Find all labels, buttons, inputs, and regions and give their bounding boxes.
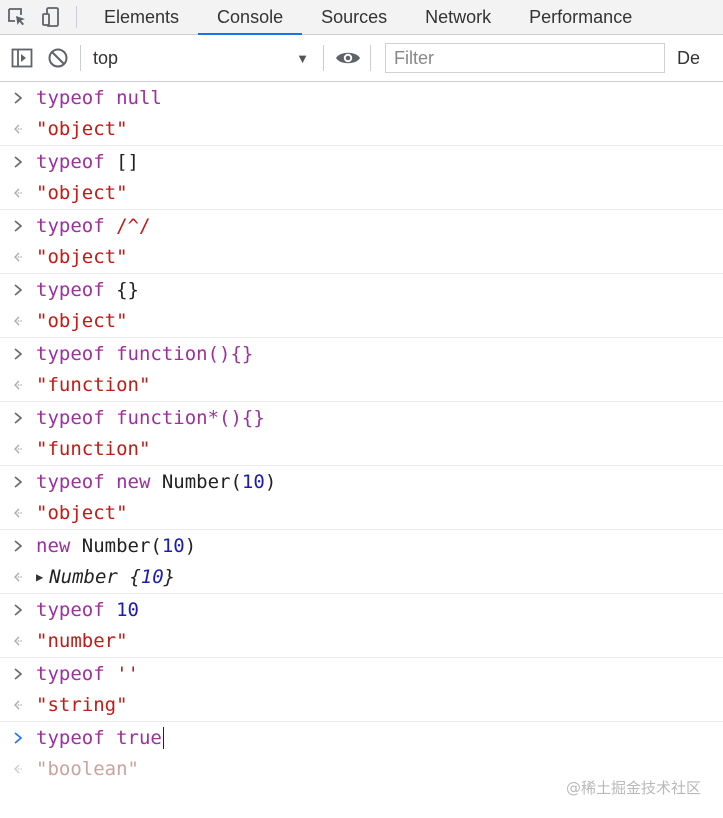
filter-input[interactable] — [385, 43, 665, 73]
clear-console-icon[interactable] — [44, 44, 72, 72]
console-result-line: "function" — [0, 434, 723, 466]
console-result-line: "object" — [0, 306, 723, 338]
console-input-line: typeof [] — [0, 146, 723, 178]
console-prompt-entry[interactable]: typeof true "boolean" — [0, 722, 723, 785]
toolbar-separator — [323, 45, 324, 71]
input-prompt-icon — [0, 604, 36, 616]
console-prompt-input[interactable]: typeof true — [0, 722, 723, 754]
console-result-line: "object" — [0, 242, 723, 274]
console-result-line: "string" — [0, 690, 723, 722]
console-input-line: typeof 10 — [0, 594, 723, 626]
input-prompt-icon — [0, 284, 36, 296]
log-levels-dropdown[interactable]: De — [677, 48, 700, 69]
console-input-line: typeof {} — [0, 274, 723, 306]
console-entry: typeof null "object" — [0, 82, 723, 146]
tab-performance[interactable]: Performance — [510, 0, 651, 34]
console-entry: typeof [] "object" — [0, 146, 723, 210]
device-toolbar-icon[interactable] — [34, 0, 68, 34]
result-arrow-icon — [0, 699, 36, 711]
console-result-line: "object" — [0, 498, 723, 530]
tab-console[interactable]: Console — [198, 0, 303, 35]
result-arrow-icon — [0, 251, 36, 263]
console-input-line: typeof /^/ — [0, 210, 723, 242]
console-messages: typeof null "object" typeof [] "object" … — [0, 82, 723, 785]
toolbar-separator — [370, 45, 371, 71]
input-prompt-icon — [0, 668, 36, 680]
input-prompt-icon — [0, 540, 36, 552]
result-arrow-icon — [0, 123, 36, 135]
console-entry: typeof new Number(10) "object" — [0, 466, 723, 530]
result-arrow-icon — [0, 315, 36, 327]
toolbar-separator — [80, 45, 81, 71]
console-result-line[interactable]: ▶ Number {10} — [0, 562, 723, 594]
console-input-line: typeof function(){} — [0, 338, 723, 370]
console-result-line: "object" — [0, 114, 723, 146]
console-entry: typeof '' "string" — [0, 658, 723, 722]
input-prompt-icon — [0, 412, 36, 424]
input-prompt-icon — [0, 156, 36, 168]
console-input-line: typeof '' — [0, 658, 723, 690]
show-sidebar-icon[interactable] — [8, 44, 36, 72]
result-arrow-icon — [0, 187, 36, 199]
console-entry: typeof 10 "number" — [0, 594, 723, 658]
console-input-line: typeof null — [0, 82, 723, 114]
inspect-element-icon[interactable] — [0, 0, 34, 34]
input-prompt-icon — [0, 220, 36, 232]
console-toolbar: top ▼ De — [0, 35, 723, 82]
result-arrow-icon — [0, 507, 36, 519]
console-entry: typeof function(){} "function" — [0, 338, 723, 402]
console-input-line: new Number(10) — [0, 530, 723, 562]
console-entry: typeof /^/ "object" — [0, 210, 723, 274]
console-result-line: "number" — [0, 626, 723, 658]
tab-separator — [76, 6, 77, 28]
result-arrow-icon — [0, 379, 36, 391]
console-input-line: typeof new Number(10) — [0, 466, 723, 498]
result-arrow-icon — [0, 763, 36, 775]
console-entry: new Number(10) ▶ Number {10} — [0, 530, 723, 594]
input-prompt-icon — [0, 348, 36, 360]
tab-elements[interactable]: Elements — [85, 0, 198, 34]
watermark: @稀土掘金技术社区 — [565, 779, 701, 797]
tab-network[interactable]: Network — [406, 0, 510, 34]
expand-triangle-icon[interactable]: ▶ — [36, 570, 43, 584]
active-prompt-icon — [0, 732, 36, 744]
console-result-line: "object" — [0, 178, 723, 210]
console-entry: typeof function*(){} "function" — [0, 402, 723, 466]
input-prompt-icon — [0, 476, 36, 488]
result-arrow-icon — [0, 443, 36, 455]
dropdown-arrow-icon: ▼ — [296, 50, 309, 66]
result-arrow-icon — [0, 571, 36, 583]
context-selector[interactable]: top ▼ — [89, 48, 315, 69]
text-cursor — [162, 726, 165, 749]
console-input-line: typeof function*(){} — [0, 402, 723, 434]
input-prompt-icon — [0, 92, 36, 104]
live-expression-eye-icon[interactable] — [334, 44, 362, 72]
tab-sources[interactable]: Sources — [302, 0, 406, 34]
result-arrow-icon — [0, 635, 36, 647]
context-label: top — [93, 47, 119, 68]
devtools-tab-bar: Elements Console Sources Network Perform… — [0, 0, 723, 35]
console-entry: typeof {} "object" — [0, 274, 723, 338]
console-result-line: "function" — [0, 370, 723, 402]
